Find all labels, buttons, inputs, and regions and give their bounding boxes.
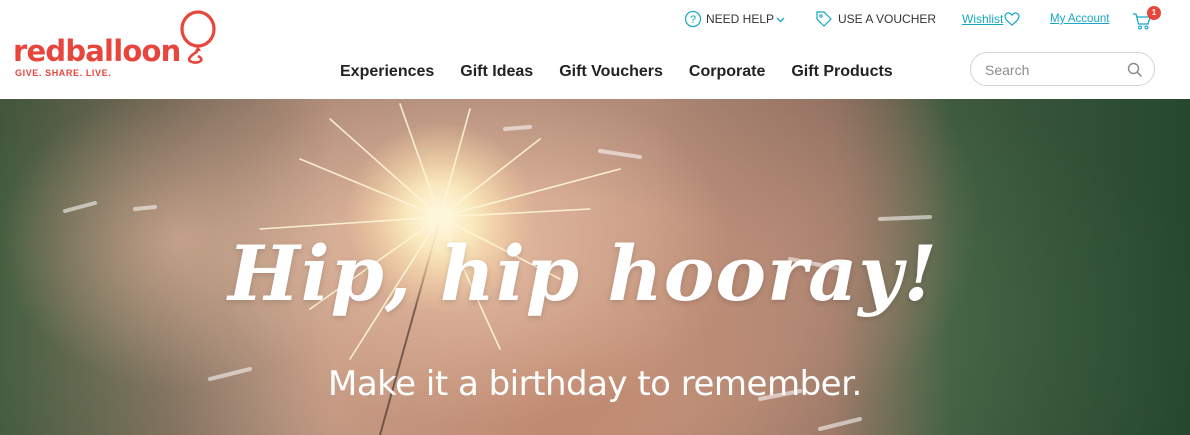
logo-tagline: GIVE. SHARE. LIVE.	[15, 68, 112, 78]
search-icon[interactable]	[1127, 62, 1143, 78]
logo[interactable]: redballoon GIVE. SHARE. LIVE.	[13, 10, 223, 82]
use-voucher-link[interactable]: USE A VOUCHER	[815, 10, 936, 28]
hero-banner[interactable]: Hip, hip hooray! Make it a birthday to r…	[0, 99, 1190, 435]
nav-item-experiences[interactable]: Experiences	[340, 62, 434, 82]
svg-text:?: ?	[690, 14, 696, 26]
my-account-label: My Account	[1050, 13, 1110, 25]
wishlist-label: Wishlist	[962, 12, 1004, 26]
need-help-label: NEED HELP	[706, 12, 775, 26]
cart-button[interactable]: 1	[1132, 6, 1162, 30]
main-nav: Experiences Gift Ideas Gift Vouchers Cor…	[340, 62, 919, 82]
balloon-icon	[180, 10, 216, 64]
wishlist-link[interactable]: Wishlist	[962, 10, 1020, 28]
my-account-link[interactable]: My Account	[1050, 10, 1109, 28]
search-box	[970, 52, 1155, 86]
help-icon: ?	[684, 10, 702, 28]
heart-icon	[1004, 12, 1020, 26]
nav-item-gift-products[interactable]: Gift Products	[791, 62, 892, 82]
chevron-down-icon	[776, 17, 785, 22]
site-header: redballoon GIVE. SHARE. LIVE. ? NEED HEL…	[0, 0, 1190, 99]
nav-item-gift-vouchers[interactable]: Gift Vouchers	[559, 62, 663, 82]
logo-wordmark: redballoon	[13, 34, 181, 68]
hero-subtitle: Make it a birthday to remember.	[328, 364, 862, 404]
need-help-menu[interactable]: ? NEED HELP	[684, 10, 785, 28]
cart-count-badge: 1	[1147, 6, 1161, 20]
nav-item-corporate[interactable]: Corporate	[689, 62, 765, 82]
use-voucher-label: USE A VOUCHER	[838, 12, 937, 26]
tag-icon	[816, 11, 832, 27]
search-input[interactable]	[985, 60, 1125, 80]
hero-title: Hip, hip hooray!	[228, 229, 938, 318]
nav-item-gift-ideas[interactable]: Gift Ideas	[460, 62, 533, 82]
